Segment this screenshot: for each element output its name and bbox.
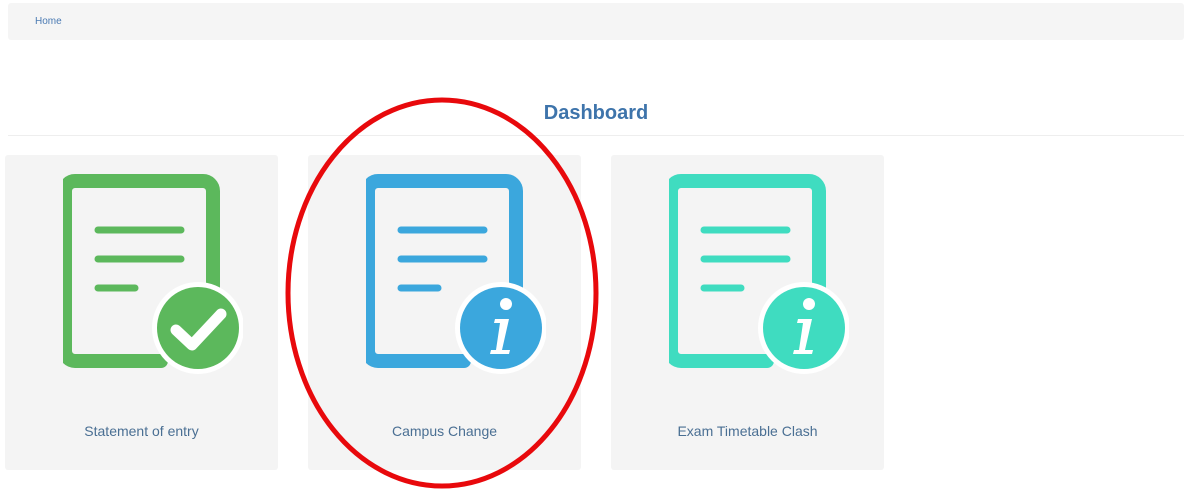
tile-label[interactable]: Campus Change: [308, 423, 581, 439]
breadcrumb: Home: [8, 3, 1184, 40]
title-divider: [8, 135, 1184, 136]
page-title: Dashboard: [543, 102, 649, 124]
breadcrumb-home-link[interactable]: Home: [35, 16, 62, 27]
document-check-icon: [63, 174, 243, 374]
tile-campus-change[interactable]: Campus Change: [308, 155, 581, 470]
tile-statement-of-entry[interactable]: Statement of entry: [5, 155, 278, 470]
tile-label[interactable]: Statement of entry: [5, 423, 278, 439]
document-info-icon: [669, 174, 849, 374]
tile-label[interactable]: Exam Timetable Clash: [611, 423, 884, 439]
document-info-icon: [366, 174, 546, 374]
tile-exam-timetable-clash[interactable]: Exam Timetable Clash: [611, 155, 884, 470]
